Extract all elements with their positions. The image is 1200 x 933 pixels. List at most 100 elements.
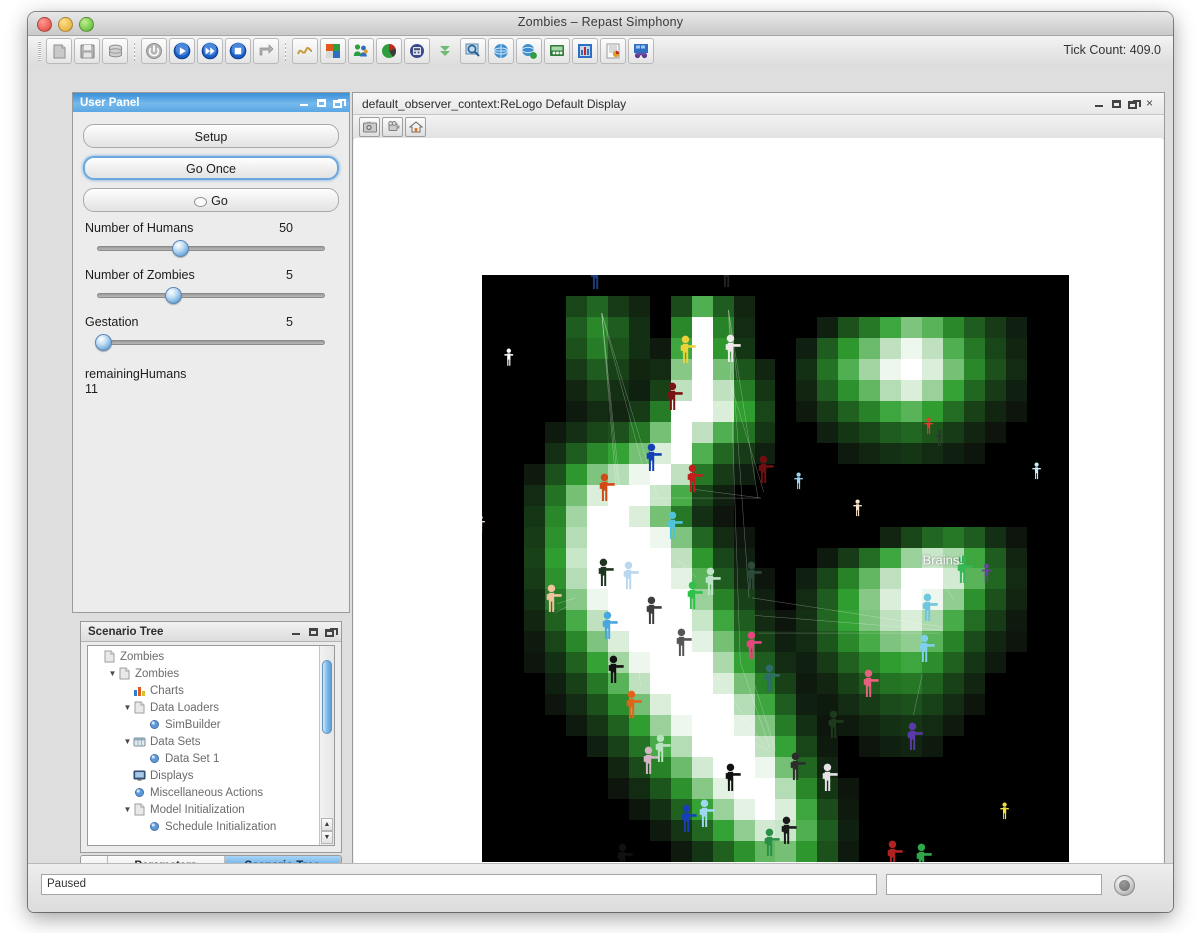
zombie-agent[interactable] [720,334,742,367]
display-close-button[interactable]: × [1144,97,1155,109]
user-panel-restore-button[interactable] [333,98,346,108]
play-icon[interactable] [169,38,195,64]
zombie-agent[interactable] [823,710,845,743]
network-icon[interactable] [488,38,514,64]
scenario-tree-scrollbar[interactable]: ▲ ▼ [319,646,334,845]
scenario-tree-restore-button[interactable] [325,627,338,637]
display-canvas-area[interactable]: Brains! [354,138,1163,875]
number-of-zombies-slider[interactable] [97,284,325,306]
tree-node[interactable]: Data Set 1 [88,750,320,767]
zombie-agent[interactable] [585,275,607,294]
scroll-down-arrow-icon[interactable]: ▼ [321,831,333,844]
toolbar-drag-handle[interactable] [38,41,41,61]
zombie-agent[interactable] [759,828,781,861]
zombie-agent[interactable] [817,763,839,796]
display-maximize-button[interactable] [1112,99,1121,108]
zombie-agent[interactable] [641,596,663,629]
zombie-agent[interactable] [641,443,663,476]
zombie-agent[interactable] [741,631,763,664]
slider-knob[interactable] [94,334,112,351]
zombie-agent[interactable] [603,655,625,688]
tree-node[interactable]: ▼ Data Sets [88,733,320,750]
display-restore-button[interactable] [1128,99,1141,109]
zombie-agent[interactable] [753,455,775,488]
zombie-agent[interactable] [675,335,697,368]
zombie-agent[interactable] [682,464,704,497]
zombie-agent[interactable] [694,799,716,832]
tree-node[interactable]: ▼ Data Loaders [88,699,320,716]
save-icon[interactable] [74,38,100,64]
camera-snapshot-icon[interactable] [359,116,380,137]
user-panel-minimize-button[interactable] [299,97,310,108]
human-agent[interactable] [502,348,516,368]
zombie-agent[interactable] [682,581,704,614]
zombie-agent[interactable] [759,664,781,697]
zombie-agent[interactable] [612,843,634,862]
zombie-agent[interactable] [597,611,619,644]
slider-knob[interactable] [172,240,190,257]
scenario-tree-minimize-button[interactable] [291,626,302,637]
go-toggle-button[interactable]: Go [83,188,339,212]
tree-expand-arrow-icon[interactable]: ▼ [122,805,133,814]
zombie-agent[interactable] [671,628,693,661]
zombie-agent[interactable] [621,690,643,723]
agents-icon[interactable] [348,38,374,64]
zombie-agent[interactable] [593,558,615,591]
tree-node[interactable]: ▼ Model Initialization [88,801,320,818]
zombie-agent[interactable] [911,843,933,862]
zombie-agent[interactable] [720,763,742,796]
zombie-agent[interactable] [594,473,616,506]
zombie-agent[interactable] [650,734,672,767]
zombie-agent[interactable] [662,511,684,544]
setup-button[interactable]: Setup [83,124,339,148]
text-sink-icon[interactable] [600,38,626,64]
simulation-world[interactable]: Brains! [482,275,1069,862]
human-agent[interactable] [792,472,805,492]
database-icon[interactable] [102,38,128,64]
stop-icon[interactable] [225,38,251,64]
tree-expand-arrow-icon[interactable]: ▼ [122,703,133,712]
zombie-agent[interactable] [914,634,936,667]
tree-node[interactable]: ▼ Zombies [88,665,320,682]
gestation-slider[interactable] [94,331,325,353]
zombie-agent[interactable] [917,593,939,626]
gis-display-icon[interactable] [628,38,654,64]
tree-node[interactable]: Charts [88,682,320,699]
user-panel-maximize-button[interactable] [317,98,326,107]
human-agent[interactable] [998,802,1011,822]
tree-expand-arrow-icon[interactable]: ▼ [122,737,133,746]
value-layer-icon[interactable] [544,38,570,64]
tree-node[interactable]: Schedule Initialization [88,818,320,835]
reset-icon[interactable] [253,38,279,64]
zombie-agent[interactable] [741,561,763,594]
home-reset-icon[interactable] [405,116,426,137]
tree-node[interactable]: SimBuilder [88,716,320,733]
tree-node[interactable]: Displays [88,767,320,784]
human-agent[interactable] [1030,462,1043,482]
human-agent[interactable] [482,515,487,535]
slider-knob[interactable] [165,287,183,304]
zombie-agent[interactable] [716,275,738,292]
inspect-icon[interactable] [460,38,486,64]
zombie-agent[interactable] [541,584,563,617]
zombie-agent[interactable] [618,561,640,594]
go-once-button[interactable]: Go Once [83,156,339,180]
grid-display-icon[interactable] [320,38,346,64]
zombie-agent[interactable] [882,840,904,862]
pie-chart-icon[interactable] [376,38,402,64]
display-minimize-button[interactable] [1094,98,1105,109]
chart-curve-icon[interactable] [292,38,318,64]
movie-record-icon[interactable] [382,116,403,137]
tree-node[interactable]: Zombies [88,648,320,665]
scroll-up-arrow-icon[interactable]: ▲ [321,818,333,831]
open-file-icon[interactable] [46,38,72,64]
network-add-icon[interactable] [516,38,542,64]
zombie-agent[interactable] [785,752,807,785]
data-set-icon[interactable] [404,38,430,64]
display-3d-icon[interactable] [572,38,598,64]
zombie-agent[interactable] [858,669,880,702]
human-agent[interactable] [979,563,994,585]
zombie-agent[interactable] [662,382,684,415]
scrollbar-thumb[interactable] [322,660,332,734]
tree-node[interactable]: Miscellaneous Actions [88,784,320,801]
